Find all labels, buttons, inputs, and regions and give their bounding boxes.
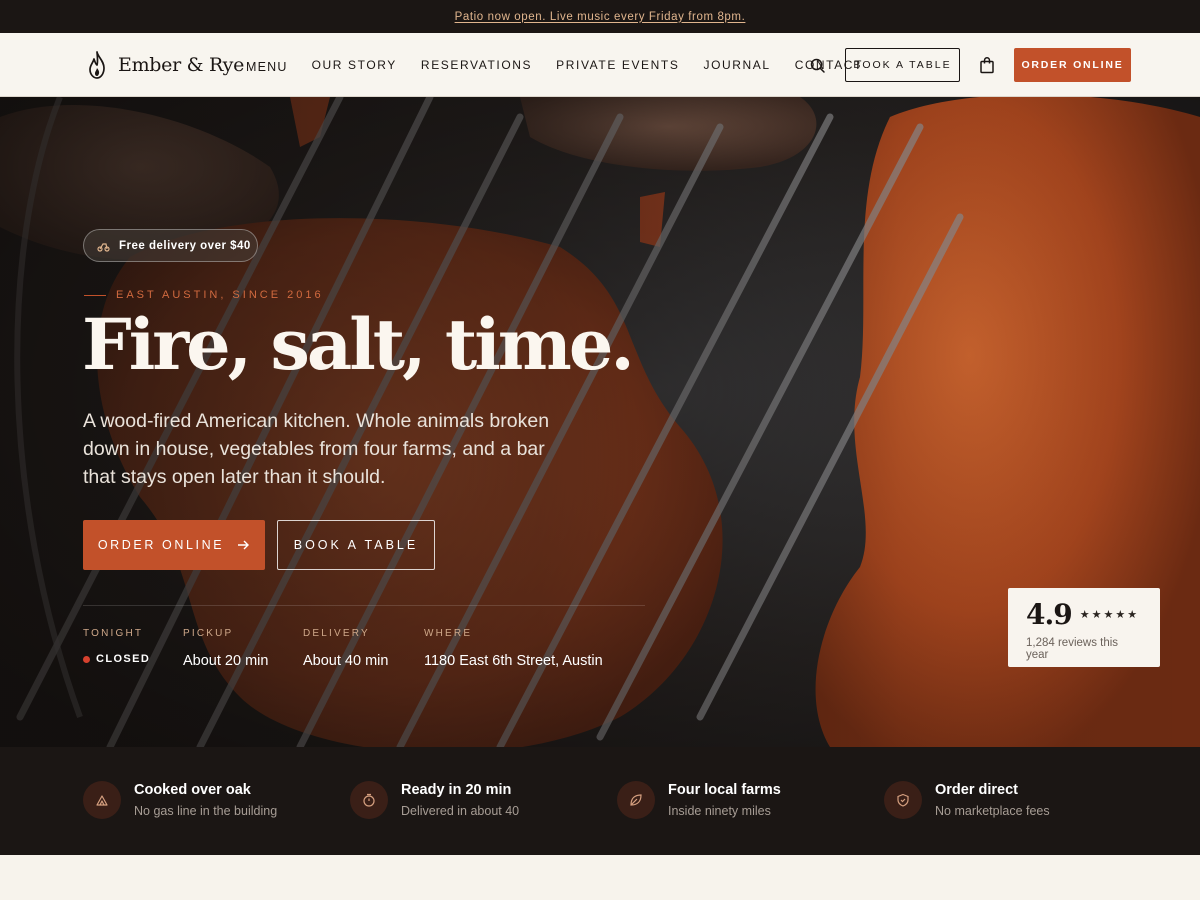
rating-card[interactable]: 4.9 ★ ★ ★ ★ ★ 1,284 reviews this year	[1008, 588, 1160, 667]
feature-direct: Order direct No marketplace fees	[884, 781, 1050, 819]
nav-menu[interactable]: MENU	[246, 60, 288, 74]
eyebrow-rule	[84, 294, 106, 296]
feature-text: Four local farms Inside ninety miles	[668, 781, 781, 819]
rating-reviews: 1,284 reviews this year	[1026, 637, 1119, 661]
rating-score: 4.9	[1026, 598, 1073, 631]
hero-title: Fire, salt, time.	[82, 303, 635, 386]
feature-subtitle: Inside ninety miles	[668, 804, 771, 818]
feature-title: Ready in 20 min	[401, 782, 512, 798]
search-button[interactable]	[809, 57, 827, 75]
stat-value: About 20 min	[183, 653, 269, 669]
stat-label: TONIGHT	[83, 628, 144, 639]
feature-title: Order direct	[935, 782, 1018, 798]
nav-reservations[interactable]: RESERVATIONS	[421, 58, 532, 72]
feature-title: Cooked over oak	[134, 782, 251, 798]
main-nav: MENU OUR STORY RESERVATIONS PRIVATE EVEN…	[246, 33, 887, 97]
stat-label: PICKUP	[183, 628, 234, 639]
stat-where: WHERE 1180 East 6th Street, Austin	[424, 628, 603, 669]
stat-status: CLOSED	[83, 653, 150, 665]
site-header: Ember & Rye MENU OUR STORY RESERVATIONS …	[0, 33, 1200, 97]
nav-journal[interactable]: JOURNAL	[703, 58, 770, 72]
star-rating: ★ ★ ★ ★ ★	[1080, 608, 1137, 621]
feature-subtitle: No gas line in the building	[134, 804, 278, 818]
shield-icon	[897, 793, 909, 807]
cart-button[interactable]	[979, 56, 995, 74]
nav-our-story[interactable]: OUR STORY	[312, 58, 397, 72]
page-continuation	[0, 855, 1200, 900]
rating-top: 4.9 ★ ★ ★ ★ ★	[1026, 598, 1142, 631]
timer-icon	[363, 793, 375, 807]
hero-description: A wood-fired American kitchen. Whole ani…	[83, 410, 550, 488]
status-text: CLOSED	[96, 653, 151, 665]
stat-pickup: PICKUP About 20 min	[183, 628, 268, 669]
stat-address[interactable]: 1180 East 6th Street, Austin	[424, 653, 603, 669]
order-online-button[interactable]: ORDER ONLINE	[1014, 48, 1131, 82]
status-dot	[83, 655, 90, 663]
stat-value: About 40 min	[303, 653, 389, 669]
hero-order-online-button[interactable]: ORDER ONLINE	[83, 520, 265, 570]
feature-icon-wrap	[617, 781, 655, 819]
announcement-bar: Patio now open. Live music every Friday …	[0, 0, 1200, 33]
free-delivery-badge: Free delivery over $40	[83, 229, 258, 262]
hero-order-label: ORDER ONLINE	[97, 538, 225, 552]
feature-text: Cooked over oak No gas line in the build…	[134, 781, 277, 819]
hero-book-table-button[interactable]: BOOK A TABLE	[277, 520, 435, 570]
feature-farms: Four local farms Inside ninety miles	[617, 781, 781, 819]
hero-eyebrow: EAST AUSTIN, SINCE 2016	[84, 288, 324, 302]
stat-label: DELIVERY	[303, 628, 370, 639]
leaf-icon	[630, 794, 642, 806]
stat-tonight: TONIGHT CLOSED	[83, 628, 150, 665]
scooter-icon	[97, 243, 110, 252]
star-icon: ★	[1103, 609, 1114, 621]
free-delivery-text: Free delivery over $40	[119, 239, 251, 252]
feature-icon-wrap	[884, 781, 922, 819]
feature-ready: Ready in 20 min Delivered in about 40	[350, 781, 519, 819]
eyebrow-text: EAST AUSTIN, SINCE 2016	[116, 289, 324, 301]
hero-divider	[83, 605, 645, 606]
feature-icon-wrap	[350, 781, 388, 819]
search-icon	[810, 58, 825, 73]
feature-icon-wrap	[83, 781, 121, 819]
features-strip: Cooked over oak No gas line in the build…	[0, 747, 1200, 855]
star-icon: ★	[1115, 609, 1126, 621]
hero: Free delivery over $40 EAST AUSTIN, SINC…	[0, 97, 1200, 747]
arrow-right-icon	[238, 540, 250, 550]
feature-text: Ready in 20 min Delivered in about 40	[401, 781, 519, 819]
star-icon: ★	[1127, 609, 1138, 621]
feature-subtitle: No marketplace fees	[935, 804, 1050, 818]
announcement-link[interactable]: Patio now open. Live music every Friday …	[455, 11, 746, 23]
nav-private-events[interactable]: PRIVATE EVENTS	[556, 58, 679, 72]
bag-icon	[980, 57, 994, 74]
brand-name: Ember & Rye	[118, 54, 245, 76]
feature-title: Four local farms	[668, 782, 781, 798]
feature-oak: Cooked over oak No gas line in the build…	[83, 781, 277, 819]
logo[interactable]: Ember & Rye	[88, 51, 244, 79]
book-table-button[interactable]: BOOK A TABLE	[845, 48, 960, 82]
star-icon: ★	[1079, 609, 1090, 621]
feature-text: Order direct No marketplace fees	[935, 781, 1050, 819]
feature-subtitle: Delivered in about 40	[401, 804, 520, 818]
flame-logo-icon	[89, 51, 105, 79]
stat-delivery: DELIVERY About 40 min	[303, 628, 388, 669]
fire-icon	[96, 795, 108, 806]
stat-label: WHERE	[424, 628, 473, 639]
star-icon: ★	[1091, 609, 1102, 621]
